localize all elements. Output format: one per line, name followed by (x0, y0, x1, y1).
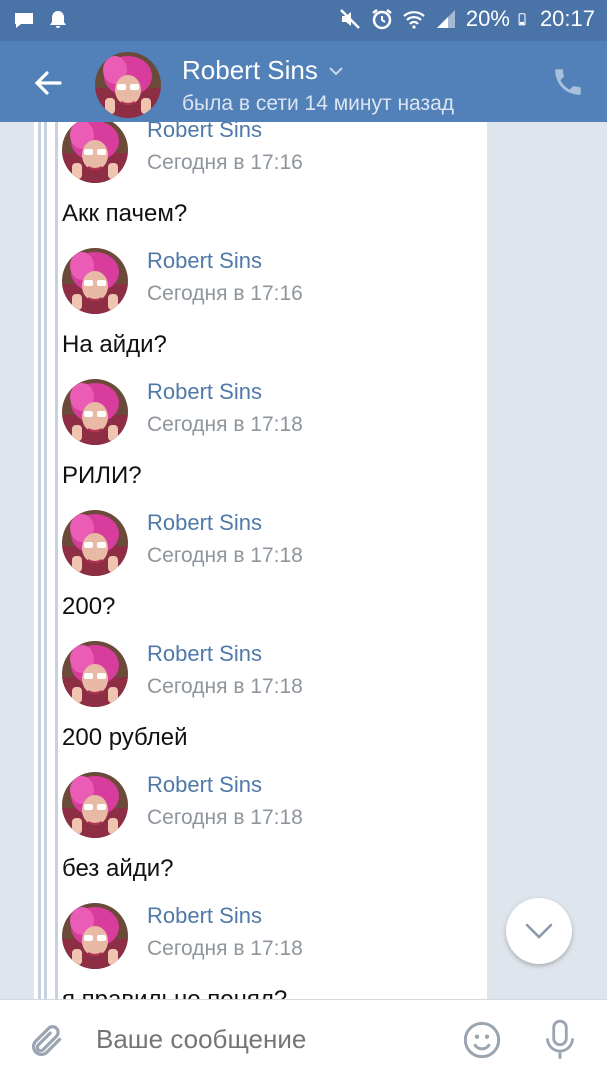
alarm-icon (372, 9, 392, 30)
message-time: Сегодня в 17:18 (147, 544, 303, 567)
sender-name[interactable]: Robert Sins (147, 248, 262, 274)
message-time: Сегодня в 17:18 (147, 675, 303, 698)
contact-name-text: Robert Sins (182, 55, 318, 85)
battery-icon (518, 13, 526, 26)
message-list[interactable]: Robert Sins Сегодня в 17:16 Акк пачем? R… (0, 122, 607, 999)
sender-name[interactable]: Robert Sins (147, 641, 262, 667)
last-seen-status: была в сети 14 минут назад (182, 92, 455, 115)
message-text: 200? (62, 593, 116, 620)
bell-icon (50, 11, 66, 28)
message-text: РИЛИ? (62, 462, 142, 489)
message-time: Сегодня в 17:18 (147, 806, 303, 829)
message-time: Сегодня в 17:18 (147, 937, 303, 960)
forward-quote-bar (38, 122, 58, 999)
sender-name[interactable]: Robert Sins (147, 772, 262, 798)
message-text: я правильно понял? (62, 986, 287, 999)
message-composer (0, 999, 607, 1081)
message-time: Сегодня в 17:16 (147, 151, 303, 174)
sender-name[interactable]: Robert Sins (147, 122, 262, 143)
message-text: без айди? (62, 855, 174, 882)
mute-icon (340, 9, 360, 29)
sender-avatar[interactable] (62, 248, 128, 314)
chevron-down-icon (525, 923, 553, 939)
contact-name[interactable]: Robert Sins (182, 55, 344, 86)
contact-avatar[interactable] (95, 52, 161, 118)
status-bar: 20% 20:17 (0, 0, 607, 41)
signal-icon (436, 10, 455, 28)
battery-percent: 20% (465, 6, 510, 31)
smile-icon[interactable] (462, 1020, 502, 1060)
paperclip-icon[interactable] (28, 1022, 66, 1060)
clock-time: 20:17 (539, 6, 595, 31)
chat-header: Robert Sins была в сети 14 минут назад (0, 41, 607, 122)
chevron-down-icon[interactable] (328, 66, 344, 76)
message-time: Сегодня в 17:16 (147, 282, 303, 305)
sender-avatar[interactable] (62, 641, 128, 707)
message-text: На айди? (62, 331, 167, 358)
back-arrow-icon[interactable] (28, 63, 68, 103)
wifi-icon (403, 11, 425, 29)
sender-name[interactable]: Robert Sins (147, 510, 262, 536)
sender-name[interactable]: Robert Sins (147, 379, 262, 405)
sender-avatar[interactable] (62, 510, 128, 576)
message-text: Акк пачем? (62, 200, 188, 227)
chat-bubble-icon (15, 13, 33, 28)
message-time: Сегодня в 17:18 (147, 413, 303, 436)
sender-avatar[interactable] (62, 772, 128, 838)
scroll-down-button[interactable] (506, 898, 572, 964)
message-input[interactable] (96, 1024, 436, 1055)
sender-name[interactable]: Robert Sins (147, 903, 262, 929)
phone-icon[interactable] (551, 65, 585, 99)
sender-avatar[interactable] (62, 379, 128, 445)
microphone-icon[interactable] (541, 1018, 579, 1062)
message-text: 200 рублей (62, 724, 188, 751)
sender-avatar[interactable] (62, 903, 128, 969)
